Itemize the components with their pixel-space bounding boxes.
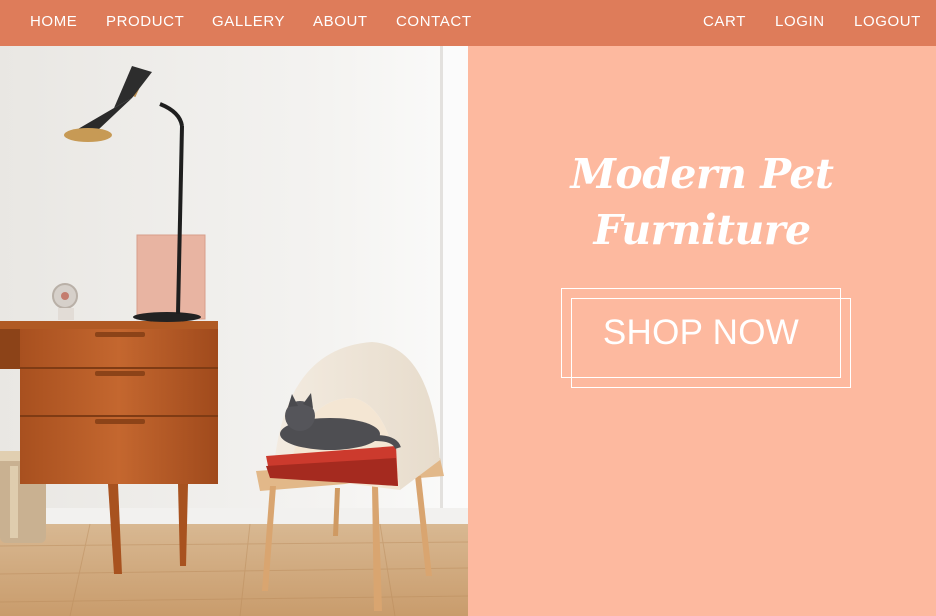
hero-photo (0, 46, 468, 616)
hero-title-line-2: Furniture (593, 206, 811, 254)
hero-panel: Modern Pet Furniture SHOP NOW (468, 46, 936, 616)
nav-link-login[interactable]: LOGIN (775, 0, 825, 46)
room-with-desk-lamp-and-cat-bed-photo (0, 46, 468, 616)
nav-link-contact[interactable]: CONTACT (396, 0, 472, 46)
nav-link-home[interactable]: HOME (30, 0, 77, 46)
nav-link-logout[interactable]: LOGOUT (854, 0, 921, 46)
nav-link-cart[interactable]: CART (703, 0, 746, 46)
nav-link-gallery[interactable]: GALLERY (212, 0, 285, 46)
top-navigation-bar: HOME PRODUCT GALLERY ABOUT CONTACT CART … (0, 0, 936, 46)
nav-link-about[interactable]: ABOUT (313, 0, 368, 46)
nav-link-product[interactable]: PRODUCT (106, 0, 184, 46)
hero-title: Modern Pet Furniture (468, 146, 936, 258)
hero-title-line-1: Modern Pet (570, 150, 834, 198)
shop-now-button[interactable]: SHOP NOW (561, 288, 841, 378)
